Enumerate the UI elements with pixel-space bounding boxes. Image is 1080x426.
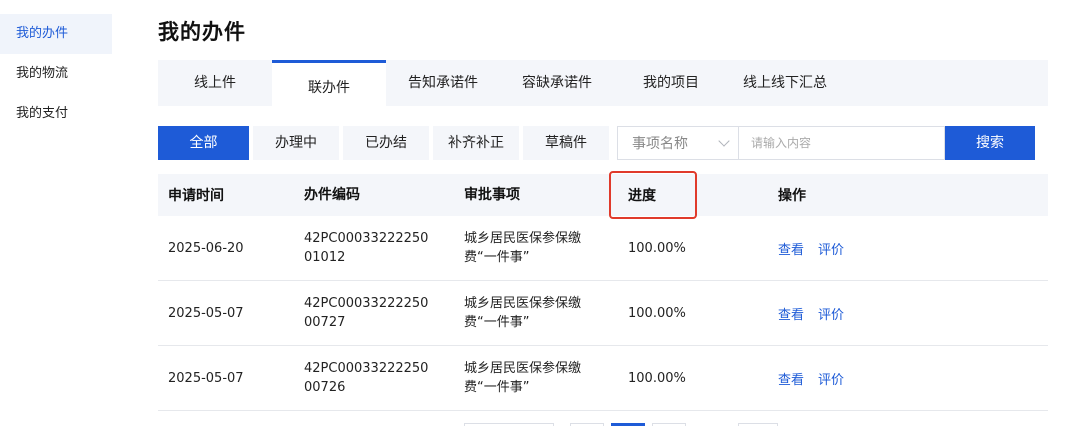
cell-code-line: 42PC00033222250 <box>304 361 429 376</box>
cell-code-line: 42PC00033222250 <box>304 296 429 311</box>
chevron-down-icon <box>718 135 730 147</box>
cell-progress: 100.00% <box>628 370 686 386</box>
rate-link[interactable]: 评价 <box>818 373 844 388</box>
search-input[interactable] <box>739 126 945 160</box>
table-row: 2025-05-07 42PC00033222250 00727 城乡居民医保参保… <box>158 281 1048 346</box>
cell-date: 2025-05-07 <box>168 370 244 386</box>
tab-joint[interactable]: 联办件 <box>272 60 386 106</box>
cell-actions: 查看 评价 <box>768 369 1048 388</box>
rate-link[interactable]: 评价 <box>818 243 844 258</box>
filter-bar: 全部 办理中 已办结 补齐补正 草稿件 事项名称 搜索 <box>158 126 1035 160</box>
cell-code-line: 01012 <box>304 250 346 265</box>
tab-summary[interactable]: 线上线下汇总 <box>728 60 842 106</box>
page-title: 我的办件 <box>158 20 246 44</box>
header-case-code: 办件编码 <box>304 186 360 203</box>
cell-progress: 100.00% <box>628 305 686 321</box>
search-button[interactable]: 搜索 <box>945 126 1035 160</box>
cases-table: 申请时间 办件编码 审批事项 进度 操作 2025-06-20 42PC0003… <box>158 171 1048 411</box>
filter-supplement-button[interactable]: 补齐补正 <box>433 126 519 160</box>
table-row: 2025-05-07 42PC00033222250 00726 城乡居民医保参保… <box>158 346 1048 411</box>
filter-draft-button[interactable]: 草稿件 <box>523 126 609 160</box>
cell-date: 2025-05-07 <box>168 305 244 321</box>
cell-actions: 查看 评价 <box>768 239 1048 258</box>
cell-item: 城乡居民医保参保缴 费“一件事” <box>464 294 616 332</box>
tab-online[interactable]: 线上件 <box>158 60 272 106</box>
filter-all-button[interactable]: 全部 <box>158 126 249 160</box>
item-name-select[interactable]: 事项名称 <box>617 126 739 160</box>
cell-item-line: 费“一件事” <box>464 380 530 395</box>
cell-code: 42PC00033222250 01012 <box>304 229 464 267</box>
cell-progress: 100.00% <box>628 240 686 256</box>
view-link[interactable]: 查看 <box>778 373 804 388</box>
cell-item-line: 费“一件事” <box>464 315 530 330</box>
tab-tolerance-commit[interactable]: 容缺承诺件 <box>500 60 614 106</box>
sidebar-item-logistics[interactable]: 我的物流 <box>0 54 112 94</box>
header-progress: 进度 <box>628 188 656 204</box>
cell-item-line: 城乡居民医保参保缴 <box>464 231 582 246</box>
view-link[interactable]: 查看 <box>778 243 804 258</box>
table-row: 2025-06-20 42PC00033222250 01012 城乡居民医保参保… <box>158 216 1048 281</box>
table-header: 申请时间 办件编码 审批事项 进度 操作 <box>158 171 1048 219</box>
cell-code-line: 42PC00033222250 <box>304 231 429 246</box>
tab-my-projects[interactable]: 我的项目 <box>614 60 728 106</box>
sidebar-item-my-cases[interactable]: 我的办件 <box>0 14 112 54</box>
view-link[interactable]: 查看 <box>778 308 804 323</box>
filter-processing-button[interactable]: 办理中 <box>253 126 339 160</box>
cell-code-line: 00726 <box>304 380 346 395</box>
cell-item-line: 费“一件事” <box>464 250 530 265</box>
cell-item: 城乡居民医保参保缴 费“一件事” <box>464 359 616 397</box>
cell-code: 42PC00033222250 00727 <box>304 294 464 332</box>
tab-notify-commit[interactable]: 告知承诺件 <box>386 60 500 106</box>
cell-item-line: 城乡居民医保参保缴 <box>464 296 582 311</box>
filter-completed-button[interactable]: 已办结 <box>343 126 429 160</box>
sidebar: 我的办件 我的物流 我的支付 <box>0 14 112 134</box>
tab-joint-label: 联办件 <box>308 80 350 96</box>
item-name-select-value: 事项名称 <box>632 136 688 152</box>
cell-date: 2025-06-20 <box>168 240 244 256</box>
header-apply-time: 申请时间 <box>168 188 224 204</box>
rate-link[interactable]: 评价 <box>818 308 844 323</box>
cell-item: 城乡居民医保参保缴 费“一件事” <box>464 229 616 267</box>
sidebar-item-payments[interactable]: 我的支付 <box>0 94 112 134</box>
cell-actions: 查看 评价 <box>768 304 1048 323</box>
tab-bar: 线上件 联办件 告知承诺件 容缺承诺件 我的项目 线上线下汇总 <box>158 60 1048 106</box>
cell-item-line: 城乡居民医保参保缴 <box>464 361 582 376</box>
cell-code: 42PC00033222250 00726 <box>304 359 464 397</box>
header-actions: 操作 <box>778 188 806 204</box>
cell-code-line: 00727 <box>304 315 346 330</box>
header-approval-item: 审批事项 <box>464 186 520 203</box>
